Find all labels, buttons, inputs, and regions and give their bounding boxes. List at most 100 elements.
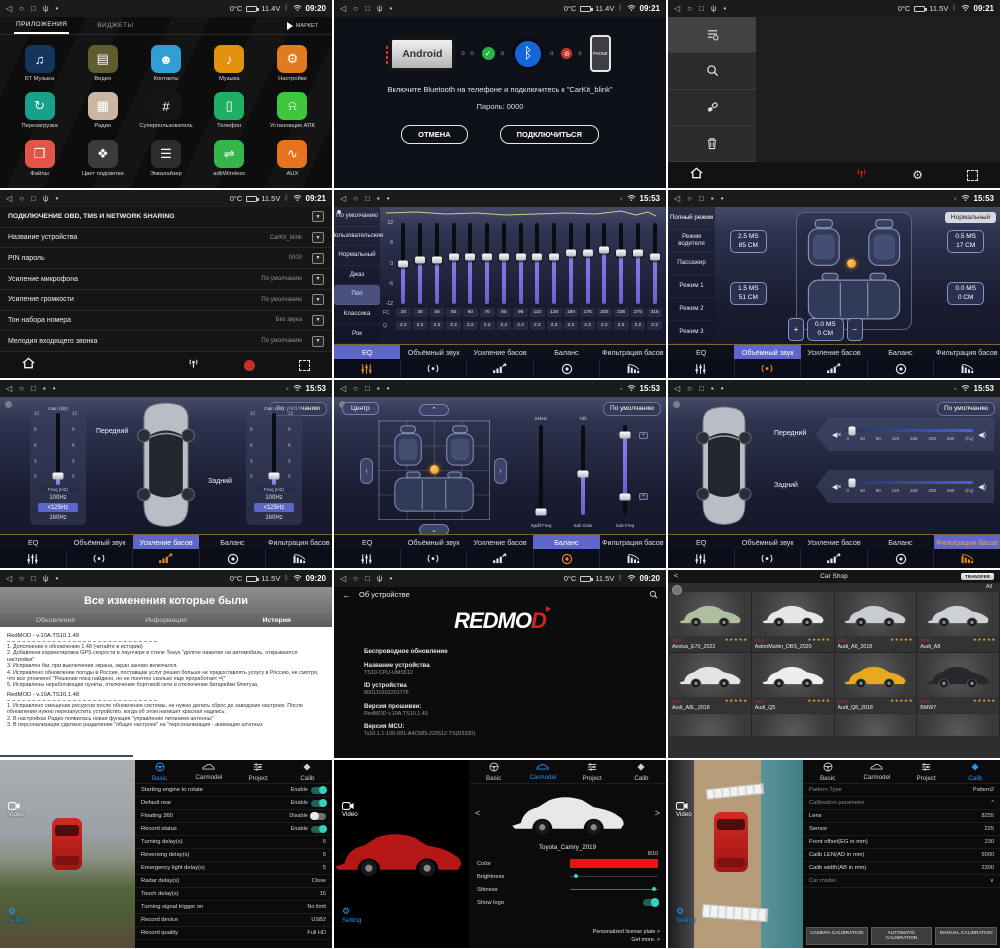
eq-band-14[interactable] bbox=[630, 223, 647, 304]
minus-button[interactable]: − bbox=[847, 318, 863, 341]
back-icon[interactable]: ◁ bbox=[6, 384, 12, 393]
eq-band-11[interactable] bbox=[579, 223, 596, 304]
nav-tab-1[interactable]: Объёмный звук bbox=[734, 535, 800, 549]
freq-option-2[interactable]: 160Hz bbox=[254, 513, 294, 522]
minus-chip[interactable]: − bbox=[639, 493, 648, 500]
home-button[interactable] bbox=[22, 356, 35, 374]
nav-tab-0[interactable]: EQ bbox=[334, 345, 400, 359]
recents-icon[interactable]: □ bbox=[699, 384, 704, 393]
back-icon[interactable]: ◁ bbox=[6, 4, 12, 13]
preset-5[interactable]: Классика bbox=[334, 305, 380, 325]
show-logo-toggle[interactable] bbox=[643, 899, 658, 906]
shiness-slider[interactable] bbox=[570, 889, 658, 890]
default-button[interactable]: По умолчанию bbox=[937, 402, 995, 416]
app-14[interactable]: ∿AUX bbox=[261, 135, 324, 182]
back-icon[interactable]: ◁ bbox=[6, 574, 12, 583]
back-icon[interactable]: ◁ bbox=[340, 4, 346, 13]
nav-tab-0[interactable]: EQ bbox=[668, 345, 734, 359]
tab-updates[interactable]: Обновления bbox=[0, 614, 111, 627]
dot-icon[interactable]: • bbox=[721, 384, 724, 393]
home-circle-icon[interactable]: ○ bbox=[353, 574, 358, 583]
color-swatch[interactable] bbox=[570, 859, 658, 868]
slider-handle[interactable] bbox=[578, 471, 589, 478]
mode-2[interactable]: Пассажир bbox=[668, 253, 715, 276]
preset-6[interactable]: Рок bbox=[334, 324, 380, 344]
sub-freq-slider[interactable]: − − Sub Freq bbox=[610, 416, 640, 528]
recents-icon[interactable]: □ bbox=[365, 194, 370, 203]
recents-icon[interactable]: □ bbox=[31, 574, 36, 583]
band-handle[interactable] bbox=[532, 253, 542, 260]
recents-icon[interactable]: □ bbox=[31, 384, 36, 393]
default-button[interactable]: По умолчанию bbox=[603, 402, 661, 416]
usb-icon[interactable]: ψ bbox=[43, 4, 49, 13]
trash-button[interactable] bbox=[668, 126, 756, 162]
calib-row-2[interactable]: Lens8255 bbox=[803, 810, 1000, 823]
nav-tab-3[interactable]: Баланс bbox=[533, 345, 599, 359]
dot-icon[interactable]: • bbox=[390, 574, 393, 583]
nav-tab-icon-2[interactable] bbox=[800, 549, 867, 568]
cam-tab-project[interactable]: Project bbox=[568, 760, 617, 783]
dot-icon[interactable]: • bbox=[724, 4, 727, 13]
app-icon[interactable]: ▪ bbox=[377, 194, 380, 203]
arrow-right-button[interactable]: › bbox=[494, 458, 507, 484]
nav-tab-icon-2[interactable] bbox=[800, 359, 867, 378]
app-0[interactable]: ♫БТ Музыка bbox=[8, 40, 71, 87]
hotspot-button[interactable] bbox=[855, 166, 868, 184]
screenshot-button[interactable] bbox=[967, 170, 978, 181]
band-handle[interactable] bbox=[449, 253, 459, 260]
back-button[interactable]: ← bbox=[342, 590, 351, 600]
band-handle[interactable] bbox=[482, 253, 492, 260]
dot-icon[interactable]: • bbox=[56, 4, 59, 13]
nav-tab-3[interactable]: Баланс bbox=[867, 535, 933, 549]
nav-tab-icon-3[interactable] bbox=[533, 359, 600, 378]
app-icon[interactable]: ▪ bbox=[711, 194, 714, 203]
connect-button[interactable]: ПОДКЛЮЧИТЬСЯ bbox=[500, 125, 599, 144]
preset-0[interactable]: По умолчанию bbox=[334, 207, 380, 227]
calib-button-1[interactable]: AUTOMATIC CALIBRATION bbox=[871, 927, 933, 945]
settings-row-4[interactable]: Тон набора номераБез звука▼ bbox=[0, 311, 332, 332]
eq-band-5[interactable] bbox=[479, 223, 496, 304]
mode-1[interactable]: Режим водителя bbox=[668, 230, 715, 253]
row-toggle[interactable] bbox=[311, 800, 326, 807]
preset-2[interactable]: Нормальный bbox=[334, 246, 380, 266]
spdif-freq-slider[interactable]: 24kHz Spdif Freq bbox=[526, 416, 556, 528]
nav-tab-1[interactable]: Объёмный звук bbox=[400, 535, 466, 549]
recents-icon[interactable]: □ bbox=[31, 4, 36, 13]
balance-grid[interactable] bbox=[378, 420, 490, 520]
slider-handle[interactable] bbox=[536, 509, 547, 516]
cam-tab-carmodel[interactable]: Carmodel bbox=[518, 760, 567, 783]
nav-tab-icon-0[interactable] bbox=[668, 549, 734, 568]
slider-handle[interactable] bbox=[848, 478, 855, 487]
app-8[interactable]: ▯Телефон bbox=[198, 87, 261, 134]
car-card-6[interactable]: V3.0★★★★★Audi_Q8_2018 bbox=[835, 653, 917, 713]
back-icon[interactable]: ◁ bbox=[674, 4, 680, 13]
nav-tab-icon-4[interactable] bbox=[599, 549, 666, 568]
eq-band-12[interactable] bbox=[596, 223, 613, 304]
eq-band-2[interactable] bbox=[429, 223, 446, 304]
listening-position-dot[interactable] bbox=[847, 259, 856, 268]
band-handle[interactable] bbox=[499, 253, 509, 260]
front-filter-slider[interactable]: ◀× 04080120160200250(Гц) ◀) bbox=[816, 418, 994, 451]
car-card-partial-1[interactable] bbox=[752, 714, 834, 736]
back-button[interactable]: < bbox=[674, 573, 678, 580]
tab-info[interactable]: Информация bbox=[111, 614, 222, 627]
app-10[interactable]: ❒Файлы bbox=[8, 135, 71, 182]
freq-option-0[interactable]: 100Hz bbox=[38, 493, 78, 502]
back-icon[interactable]: ◁ bbox=[340, 574, 346, 583]
band-handle[interactable] bbox=[465, 253, 475, 260]
band-handle[interactable] bbox=[516, 253, 526, 260]
delay-chip-front-left[interactable]: 2.5 MS85 CM bbox=[730, 230, 767, 253]
car-card-partial-3[interactable] bbox=[917, 714, 999, 736]
dot-icon[interactable]: • bbox=[387, 194, 390, 203]
cam-tab-project[interactable]: Project bbox=[902, 760, 951, 783]
delay-chip-rear-left[interactable]: 1.5 MS51 CM bbox=[730, 282, 767, 305]
freq-option-1[interactable]: <125Hz bbox=[38, 503, 78, 512]
calib-row-3[interactable]: Sensor225 bbox=[803, 823, 1000, 836]
basic-row-10[interactable]: Record deviceUSB2 bbox=[135, 914, 332, 927]
eq-band-13[interactable] bbox=[613, 223, 630, 304]
calib-row-6[interactable]: Calib width(AB in mm)2300 bbox=[803, 862, 1000, 875]
app-11[interactable]: ❖Цвет подсветки bbox=[71, 135, 134, 182]
nav-tab-icon-2[interactable] bbox=[466, 359, 533, 378]
basic-row-4[interactable]: Turning delay(s)5 bbox=[135, 836, 332, 849]
home-circle-icon[interactable]: ○ bbox=[353, 4, 358, 13]
